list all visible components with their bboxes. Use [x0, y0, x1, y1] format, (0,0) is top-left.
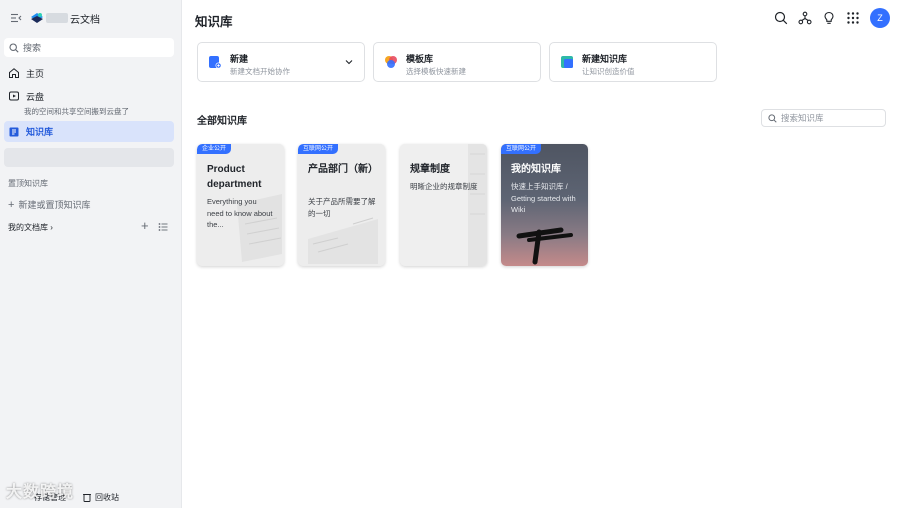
- quick-action-new[interactable]: 新建 新建文档开始协作: [197, 42, 365, 82]
- wiki-card-desc: 明晰企业的规章制度: [410, 182, 478, 191]
- page-title: 知识库: [195, 15, 233, 29]
- sidebar-search[interactable]: [4, 38, 174, 57]
- cloud-notice: 我的空间和共享空间搬到云盘了: [24, 107, 129, 116]
- plus-icon: +: [8, 198, 15, 211]
- my-docs-label: 我的文档库: [8, 223, 48, 232]
- wiki-card-title: Product department: [207, 164, 262, 190]
- brand-name: 云文档: [70, 14, 100, 26]
- sidebar: 云文档 主页 云盘 我的空间和共享空间搬到云盘了 知识库 置顶知识库 +: [0, 0, 182, 508]
- quick-action-new-wiki[interactable]: 新建知识库 让知识创造价值: [549, 42, 717, 82]
- list-icon[interactable]: [158, 222, 168, 232]
- logo-icon: [31, 13, 43, 23]
- home-icon: [9, 68, 19, 78]
- pinned-placeholder: [4, 148, 174, 167]
- watermark: 大数跨境: [6, 484, 75, 501]
- quick-action-title: 新建: [230, 54, 249, 64]
- new-doc-icon: [209, 56, 222, 69]
- new-pinned-wiki-button[interactable]: + 新建或置顶知识库: [8, 198, 90, 211]
- template-icon: [385, 56, 397, 68]
- visibility-badge: 企业公开: [197, 144, 232, 154]
- search-icon[interactable]: [774, 11, 788, 25]
- wiki-card[interactable]: 互联网公开 产品部门（新） 关于产品所需要了解的一切: [298, 144, 385, 266]
- new-wiki-icon: [561, 56, 573, 68]
- wiki-card[interactable]: 互联网公开 我的知识库 快速上手知识库 / Getting started wi…: [501, 144, 588, 266]
- sidebar-item-label: 知识库: [26, 127, 54, 137]
- quick-action-subtitle: 选择模板快速新建: [406, 67, 466, 76]
- wiki-card-title: 产品部门（新）: [308, 164, 378, 175]
- wiki-card-desc: Everything you need to know about the...: [207, 197, 273, 229]
- sidebar-header: 云文档: [10, 10, 100, 26]
- avatar[interactable]: Z: [870, 8, 890, 28]
- chevron-down-icon[interactable]: [344, 57, 354, 67]
- sidebar-search-input[interactable]: [23, 42, 163, 53]
- sidebar-item-wiki[interactable]: 知识库: [4, 121, 174, 142]
- trash-link[interactable]: 回收站: [95, 492, 119, 503]
- wiki-card-desc: 关于产品所需要了解的一切: [308, 197, 376, 218]
- section-title: 全部知识库: [197, 116, 247, 127]
- wiki-card[interactable]: 规章制度 明晰企业的规章制度: [400, 144, 487, 266]
- wiki-card-desc: 快速上手知识库 / Getting started with Wiki: [511, 182, 576, 214]
- chevron-right-icon: ›: [50, 223, 53, 232]
- sidebar-item-label: 云盘: [26, 91, 45, 102]
- quick-action-templates[interactable]: 模板库 选择模板快速新建: [373, 42, 541, 82]
- cloud-drive-icon: [9, 91, 19, 101]
- search-icon: [768, 113, 777, 123]
- visibility-badge: 互联网公开: [501, 144, 542, 154]
- quick-action-subtitle: 让知识创造价值: [582, 67, 635, 76]
- wiki-card[interactable]: 企业公开 Product department Everything you n…: [197, 144, 284, 266]
- my-docs-toggle[interactable]: 我的文档库 ›: [8, 222, 53, 233]
- brand-blur: [46, 13, 68, 23]
- search-icon: [9, 42, 19, 53]
- sidebar-item-home[interactable]: 主页: [4, 64, 174, 82]
- add-doc-icon[interactable]: +: [141, 219, 149, 232]
- sidebar-item-label: 主页: [26, 68, 45, 79]
- collapse-sidebar-icon[interactable]: [10, 12, 22, 24]
- new-pinned-label: 新建或置顶知识库: [18, 200, 91, 210]
- wiki-search[interactable]: [761, 109, 886, 127]
- quick-action-subtitle: 新建文档开始协作: [230, 67, 290, 76]
- trash-icon: [83, 494, 91, 502]
- header-actions: Z: [764, 8, 890, 28]
- org-icon[interactable]: [798, 11, 812, 25]
- pinned-section-title: 置顶知识库: [8, 179, 48, 188]
- wiki-card-title: 规章制度: [410, 164, 450, 175]
- quick-action-title: 模板库: [406, 54, 434, 64]
- visibility-badge: 互联网公开: [298, 144, 339, 154]
- sidebar-item-cloud[interactable]: 云盘: [4, 88, 174, 104]
- quick-action-title: 新建知识库: [582, 54, 628, 64]
- apps-grid-icon[interactable]: [846, 11, 860, 25]
- wiki-card-title: 我的知识库: [511, 164, 561, 175]
- wiki-icon: [9, 127, 19, 136]
- bulb-icon[interactable]: [822, 11, 836, 25]
- wiki-search-input[interactable]: [781, 113, 876, 123]
